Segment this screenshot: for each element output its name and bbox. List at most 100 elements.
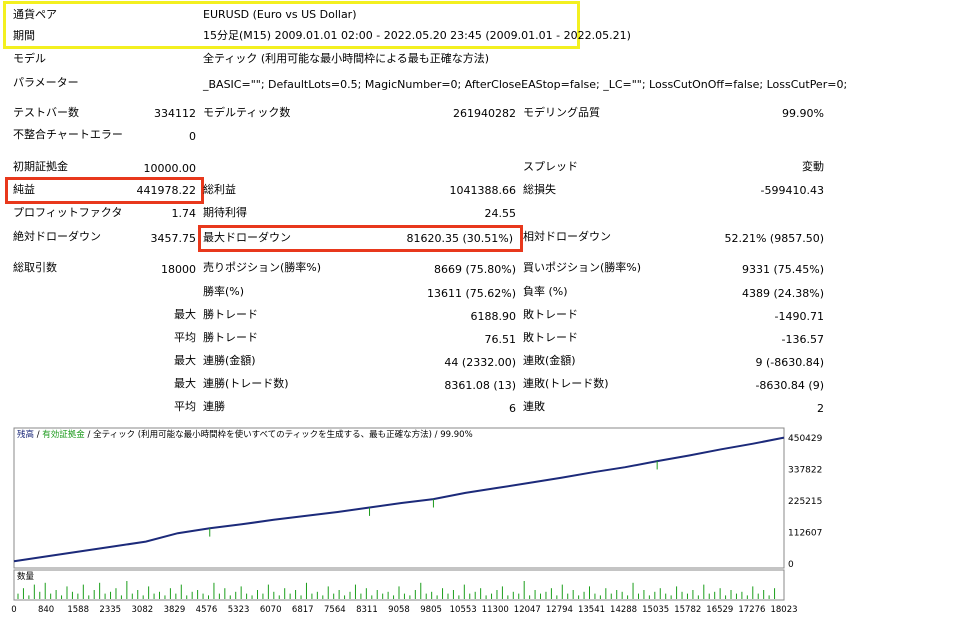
relative-drawdown-label: 相対ドローダウン	[523, 230, 611, 243]
max-drawdown-value: 81620.35 (30.51%)	[406, 232, 513, 245]
x-tick-label: 6070	[260, 605, 282, 615]
absolute-drawdown-label: 絶対ドローダウン	[13, 230, 101, 243]
volume-label: 数量	[17, 571, 35, 582]
ticks-value: 261940282	[453, 107, 516, 120]
long-positions-value: 9331 (75.45%)	[741, 263, 824, 276]
x-tick-label: 0	[11, 605, 16, 615]
spread-value: 変動	[802, 160, 824, 173]
x-tick-label: 840	[38, 605, 54, 615]
x-tick-label: 17276	[738, 605, 765, 615]
mismatch-label: 不整合チャートエラー	[13, 128, 123, 141]
net-profit-value: 441978.22	[136, 184, 197, 197]
max-consec-losses-money-label: 連敗(金額)	[523, 354, 576, 367]
loss-rate-label: 負率 (%)	[523, 285, 568, 298]
x-tick-label: 5323	[228, 605, 250, 615]
max-row-label-2: 最大	[174, 354, 196, 367]
gross-loss-label: 総損失	[523, 183, 556, 196]
x-tick-label: 6817	[292, 605, 314, 615]
x-tick-label: 3829	[164, 605, 186, 615]
avg-win-label: 勝トレード	[203, 331, 258, 344]
x-tick-label: 14288	[610, 605, 637, 615]
ticks-label: モデルティック数	[203, 106, 291, 119]
loss-rate-value: 4389 (24.38%)	[741, 287, 824, 300]
balance-chart-svg: 残高 / 有効証拠金 / 全ティック (利用可能な最小時間枠を使いすべてのティッ…	[11, 427, 823, 615]
period-value: 15分足(M15) 2009.01.01 02:00 - 2022.05.20 …	[203, 29, 631, 42]
win-rate-label: 勝率(%)	[203, 285, 245, 298]
y-tick-label: 0	[788, 560, 794, 570]
x-tick-label: 16529	[706, 605, 733, 615]
x-tick-label: 10553	[450, 605, 477, 615]
params-label: パラメーター	[13, 76, 79, 89]
main-plot-frame	[13, 427, 785, 569]
max-drawdown-label: 最大ドローダウン	[203, 231, 291, 244]
total-trades-value: 18000	[161, 263, 196, 276]
gross-loss-value: -599410.43	[760, 184, 824, 197]
balance-chart: 残高 / 有効証拠金 / 全ティック (利用可能な最小時間枠を使いすべてのティッ…	[8, 424, 823, 624]
max-consec-losses-money-value: 9 (-8630.84)	[755, 356, 824, 369]
x-tick-label: 9058	[388, 605, 410, 615]
model-value: 全ティック (利用可能な最小時間枠による最も正確な方法)	[203, 52, 490, 65]
params-value: _BASIC=""; DefaultLots=0.5; MagicNumber=…	[203, 78, 848, 91]
spread-label: スプレッド	[523, 160, 578, 173]
max-loss-value: -1490.71	[774, 310, 824, 323]
pair-value: EURUSD (Euro vs US Dollar)	[203, 8, 357, 21]
gross-profit-value: 1041388.66	[449, 184, 516, 197]
avg-loss-value: -136.57	[781, 333, 824, 346]
model-label: モデル	[13, 52, 46, 65]
avg-consec-losses-label: 連敗	[523, 400, 545, 413]
x-tick-label: 15035	[642, 605, 669, 615]
absolute-drawdown-value: 3457.75	[150, 232, 197, 245]
quality-value: 99.90%	[782, 107, 824, 120]
x-tick-label: 8311	[356, 605, 378, 615]
max-consec-losses-trades-value: -8630.84 (9)	[755, 379, 824, 392]
y-tick-label: 225215	[788, 497, 822, 507]
expected-payoff-value: 24.55	[484, 207, 517, 220]
x-tick-label: 13541	[578, 605, 605, 615]
x-tick-label: 4576	[196, 605, 218, 615]
avg-win-value: 76.51	[484, 333, 517, 346]
x-tick-label: 9805	[420, 605, 442, 615]
bars-value: 334112	[154, 107, 196, 120]
avg-consec-wins-value: 6	[509, 402, 516, 415]
expected-payoff-label: 期待利得	[203, 206, 247, 219]
deposit-label: 初期証拠金	[13, 160, 68, 173]
relative-drawdown-value: 52.21% (9857.50)	[724, 232, 824, 245]
max-consec-wins-trades-label: 連勝(トレード数)	[203, 377, 289, 390]
profit-factor-label: プロフィットファクタ	[13, 206, 123, 219]
x-tick-label: 12047	[514, 605, 541, 615]
long-positions-label: 買いポジション(勝率%)	[523, 261, 642, 274]
gross-profit-label: 総利益	[203, 183, 236, 196]
x-tick-label: 15782	[674, 605, 701, 615]
quality-label: モデリング品質	[523, 106, 600, 119]
short-positions-value: 8669 (75.80%)	[433, 263, 516, 276]
x-tick-label: 3082	[132, 605, 154, 615]
net-profit-label: 純益	[13, 183, 35, 196]
pair-label: 通貨ペア	[13, 8, 57, 21]
y-tick-label: 337822	[788, 466, 822, 476]
x-tick-label: 7564	[324, 605, 346, 615]
max-consec-losses-trades-label: 連敗(トレード数)	[523, 377, 609, 390]
bars-label: テストバー数	[13, 106, 79, 119]
y-tick-label: 112607	[788, 529, 822, 539]
profit-factor-value: 1.74	[171, 207, 197, 220]
x-tick-label: 1588	[67, 605, 89, 615]
max-consec-wins-trades-value: 8361.08 (13)	[444, 379, 516, 392]
max-win-label: 勝トレード	[203, 308, 258, 321]
y-tick-label: 450429	[788, 434, 823, 444]
max-loss-label: 敗トレード	[523, 308, 578, 321]
max-row-label-1: 最大	[174, 308, 196, 321]
total-trades-label: 総取引数	[13, 261, 57, 274]
max-row-label-3: 最大	[174, 377, 196, 390]
short-positions-label: 売りポジション(勝率%)	[203, 261, 322, 274]
x-tick-label: 11300	[482, 605, 509, 615]
avg-consec-losses-value: 2	[817, 402, 824, 415]
deposit-value: 10000.00	[143, 162, 197, 175]
max-consec-wins-money-label: 連勝(金額)	[203, 354, 256, 367]
x-tick-label: 12794	[546, 605, 573, 615]
avg-row-label-2: 平均	[174, 400, 196, 413]
avg-row-label-1: 平均	[174, 331, 196, 344]
max-consec-wins-money-value: 44 (2332.00)	[444, 356, 516, 369]
x-tick-label: 18023	[770, 605, 797, 615]
mismatch-value: 0	[189, 130, 196, 143]
win-rate-value: 13611 (75.62%)	[426, 287, 516, 300]
